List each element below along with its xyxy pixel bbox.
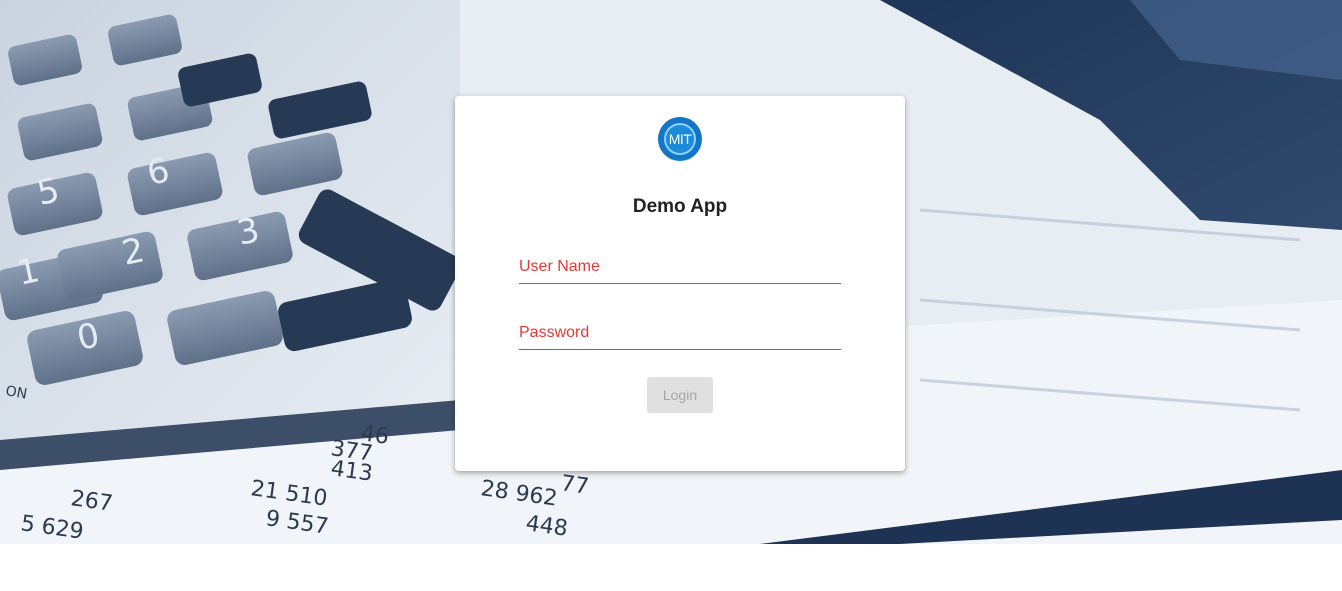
username-field bbox=[519, 253, 841, 284]
login-button[interactable]: Login bbox=[647, 377, 713, 413]
app-title: Demo App bbox=[632, 196, 728, 217]
svg-text:77: 77 bbox=[559, 471, 590, 500]
svg-text:46: 46 bbox=[359, 421, 390, 450]
login-card: MIT Demo App Login bbox=[455, 96, 905, 471]
password-input[interactable] bbox=[519, 319, 841, 347]
username-input[interactable] bbox=[519, 253, 841, 281]
app-logo: MIT bbox=[658, 117, 702, 161]
password-field bbox=[519, 319, 841, 350]
app-logo-text: MIT bbox=[664, 123, 696, 155]
